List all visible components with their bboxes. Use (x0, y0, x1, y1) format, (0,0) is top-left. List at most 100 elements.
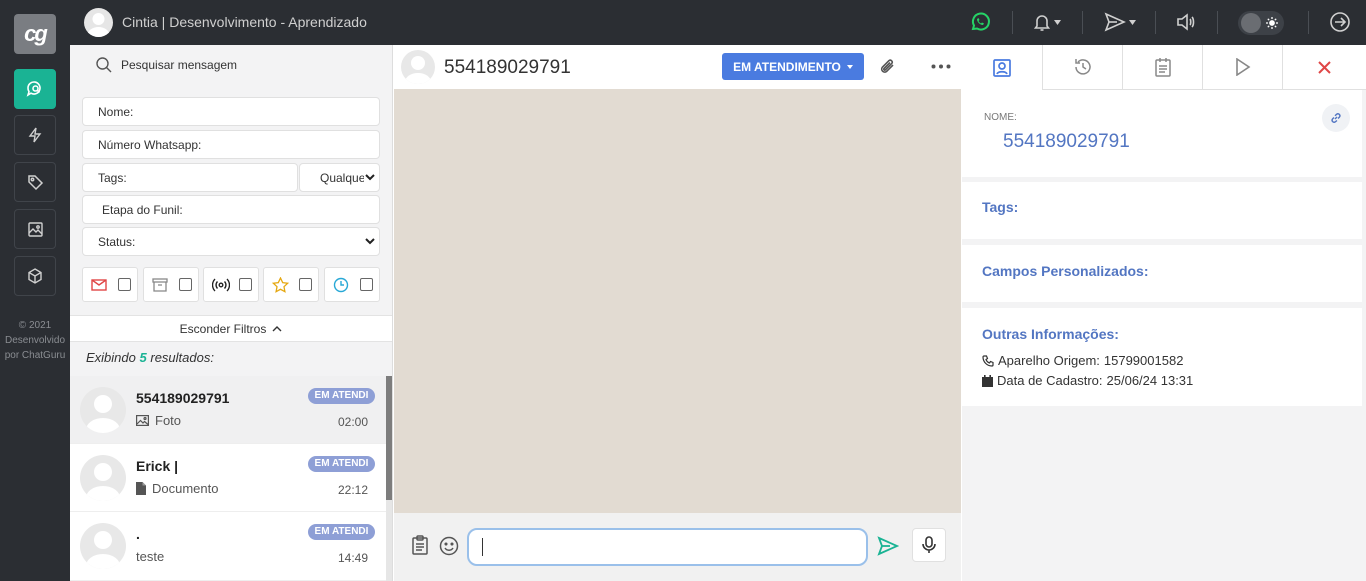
favorites-filter[interactable] (263, 267, 319, 302)
status-button-label: EM ATENDIMENTO (733, 59, 841, 74)
created-date-value: 25/06/24 13:31 (1106, 373, 1194, 388)
scheduled-checkbox[interactable] (360, 278, 373, 291)
envelope-icon (91, 278, 107, 291)
automation-nav-button[interactable] (14, 115, 56, 155)
search-placeholder: Pesquisar mensagem (121, 58, 238, 72)
caret-down-icon (1054, 19, 1061, 25)
user-avatar[interactable] (84, 8, 113, 37)
chat-name: 554189029791 (136, 390, 230, 406)
custom-fields-card: Campos Personalizados: (962, 245, 1362, 302)
message-input[interactable] (467, 528, 868, 566)
divider (1082, 11, 1083, 34)
preview-text: Foto (155, 413, 182, 428)
tags-card: Tags: (962, 182, 1362, 239)
workspace-title: Cintia | Desenvolvimento - Aprendizado (122, 14, 367, 30)
divider (1155, 11, 1156, 34)
sound-button[interactable] (1176, 10, 1196, 34)
tags-match-value: Qualquer (320, 170, 364, 185)
image-icon (27, 221, 43, 237)
tags-filter-input[interactable]: Tags: (82, 163, 298, 192)
notifications-dropdown[interactable] (1033, 10, 1061, 34)
archive-icon (152, 277, 168, 292)
copyright-line: Desenvolvido (4, 335, 66, 346)
contact-name-value: 554189029791 (1003, 131, 1130, 152)
calendar-icon (982, 374, 993, 387)
whatsapp-button[interactable] (969, 10, 991, 34)
play-icon (1235, 58, 1250, 76)
broadcast-filter[interactable] (203, 267, 259, 302)
name-filter-input[interactable]: Nome: (82, 97, 380, 126)
tags-filter-label: Tags: (98, 170, 127, 185)
divider (1217, 11, 1218, 34)
unread-checkbox[interactable] (118, 278, 131, 291)
chat-preview: Foto (136, 413, 181, 428)
history-icon (1074, 59, 1091, 75)
chevron-down-icon (365, 174, 375, 181)
archived-filter[interactable] (143, 267, 199, 302)
volume-icon (1177, 13, 1195, 31)
logout-button[interactable] (1329, 10, 1351, 34)
copy-link-button[interactable] (1322, 104, 1350, 132)
search-bar[interactable]: Pesquisar mensagem (70, 45, 392, 85)
document-icon (136, 482, 146, 495)
chat-list-item[interactable]: . teste EM ATENDI 14:49 (70, 512, 386, 581)
name-label: NOME: (984, 112, 1017, 123)
bolt-icon (28, 127, 42, 143)
chat-list-item[interactable]: Erick | Documento EM ATENDI 22:12 (70, 444, 386, 512)
hide-filters-toggle[interactable]: Esconder Filtros (70, 315, 392, 342)
unread-filter[interactable] (82, 267, 138, 302)
chevron-up-icon (272, 326, 282, 332)
other-info-label: Outras Informações: (982, 326, 1119, 342)
media-nav-button[interactable] (14, 209, 56, 249)
tags-match-select[interactable]: Qualquer (299, 163, 380, 192)
tab-notes[interactable] (1122, 45, 1202, 90)
avatar[interactable] (401, 50, 435, 84)
tab-flows[interactable] (1202, 45, 1282, 90)
funnel-filter-input[interactable]: Etapa do Funil: (82, 195, 380, 224)
link-icon (1331, 113, 1341, 123)
copyright-text: © 2021 Desenvolvido por ChatGuru (0, 318, 70, 363)
tags-nav-button[interactable] (14, 162, 56, 202)
status-dropdown-button[interactable]: EM ATENDIMENTO (722, 53, 864, 80)
preview-text: teste (136, 549, 165, 564)
products-nav-button[interactable] (14, 256, 56, 296)
clock-icon (333, 277, 349, 292)
chat-preview: Documento (136, 481, 218, 496)
device-origin-value: 15799001582 (1103, 353, 1184, 368)
chat-name: Erick | (136, 458, 179, 474)
scrollbar-thumb[interactable] (386, 376, 392, 500)
scheduled-filter[interactable] (324, 267, 380, 302)
whatsapp-filter-input[interactable]: Número Whatsapp: (82, 130, 380, 159)
chats-nav-button[interactable] (14, 69, 56, 109)
more-options-button[interactable] (931, 64, 951, 69)
conversation-header: 554189029791 EM ATENDIMENTO (394, 45, 961, 89)
created-date-label: Data de Cadastro: (997, 373, 1103, 388)
left-nav: cg © 2021 Desenvolvido por ChatGuru (0, 0, 70, 581)
voice-record-button[interactable] (912, 528, 946, 562)
favorites-checkbox[interactable] (299, 278, 312, 291)
emoji-button[interactable] (439, 536, 459, 556)
archived-checkbox[interactable] (179, 278, 192, 291)
chat-list-item[interactable]: 554189029791 Foto EM ATENDI 02:00 (70, 376, 386, 444)
contact-name: 554189029791 (444, 57, 571, 78)
theme-toggle[interactable] (1238, 11, 1284, 35)
status-filter-select[interactable]: Status: (82, 227, 380, 256)
message-composer (394, 513, 961, 581)
tab-contact[interactable] (962, 45, 1042, 90)
broadcast-checkbox[interactable] (239, 278, 252, 291)
preview-text: Documento (152, 481, 219, 496)
created-date-line: Data de Cadastro: 25/06/24 13:31 (982, 373, 1193, 388)
templates-button[interactable] (411, 535, 429, 555)
send-button[interactable] (877, 536, 899, 556)
caret-down-icon (1129, 19, 1136, 25)
contact-card-icon (993, 58, 1011, 77)
copyright-year: © 2021 (18, 320, 52, 331)
attach-button[interactable] (878, 56, 898, 78)
send-dropdown[interactable] (1104, 10, 1136, 34)
results-count: Exibindo 5 resultados: (86, 350, 214, 365)
status-badge: EM ATENDI (308, 456, 375, 472)
tab-history[interactable] (1042, 45, 1122, 90)
close-panel-button[interactable] (1282, 45, 1366, 90)
divider (1308, 11, 1309, 34)
send-icon (1104, 12, 1126, 32)
